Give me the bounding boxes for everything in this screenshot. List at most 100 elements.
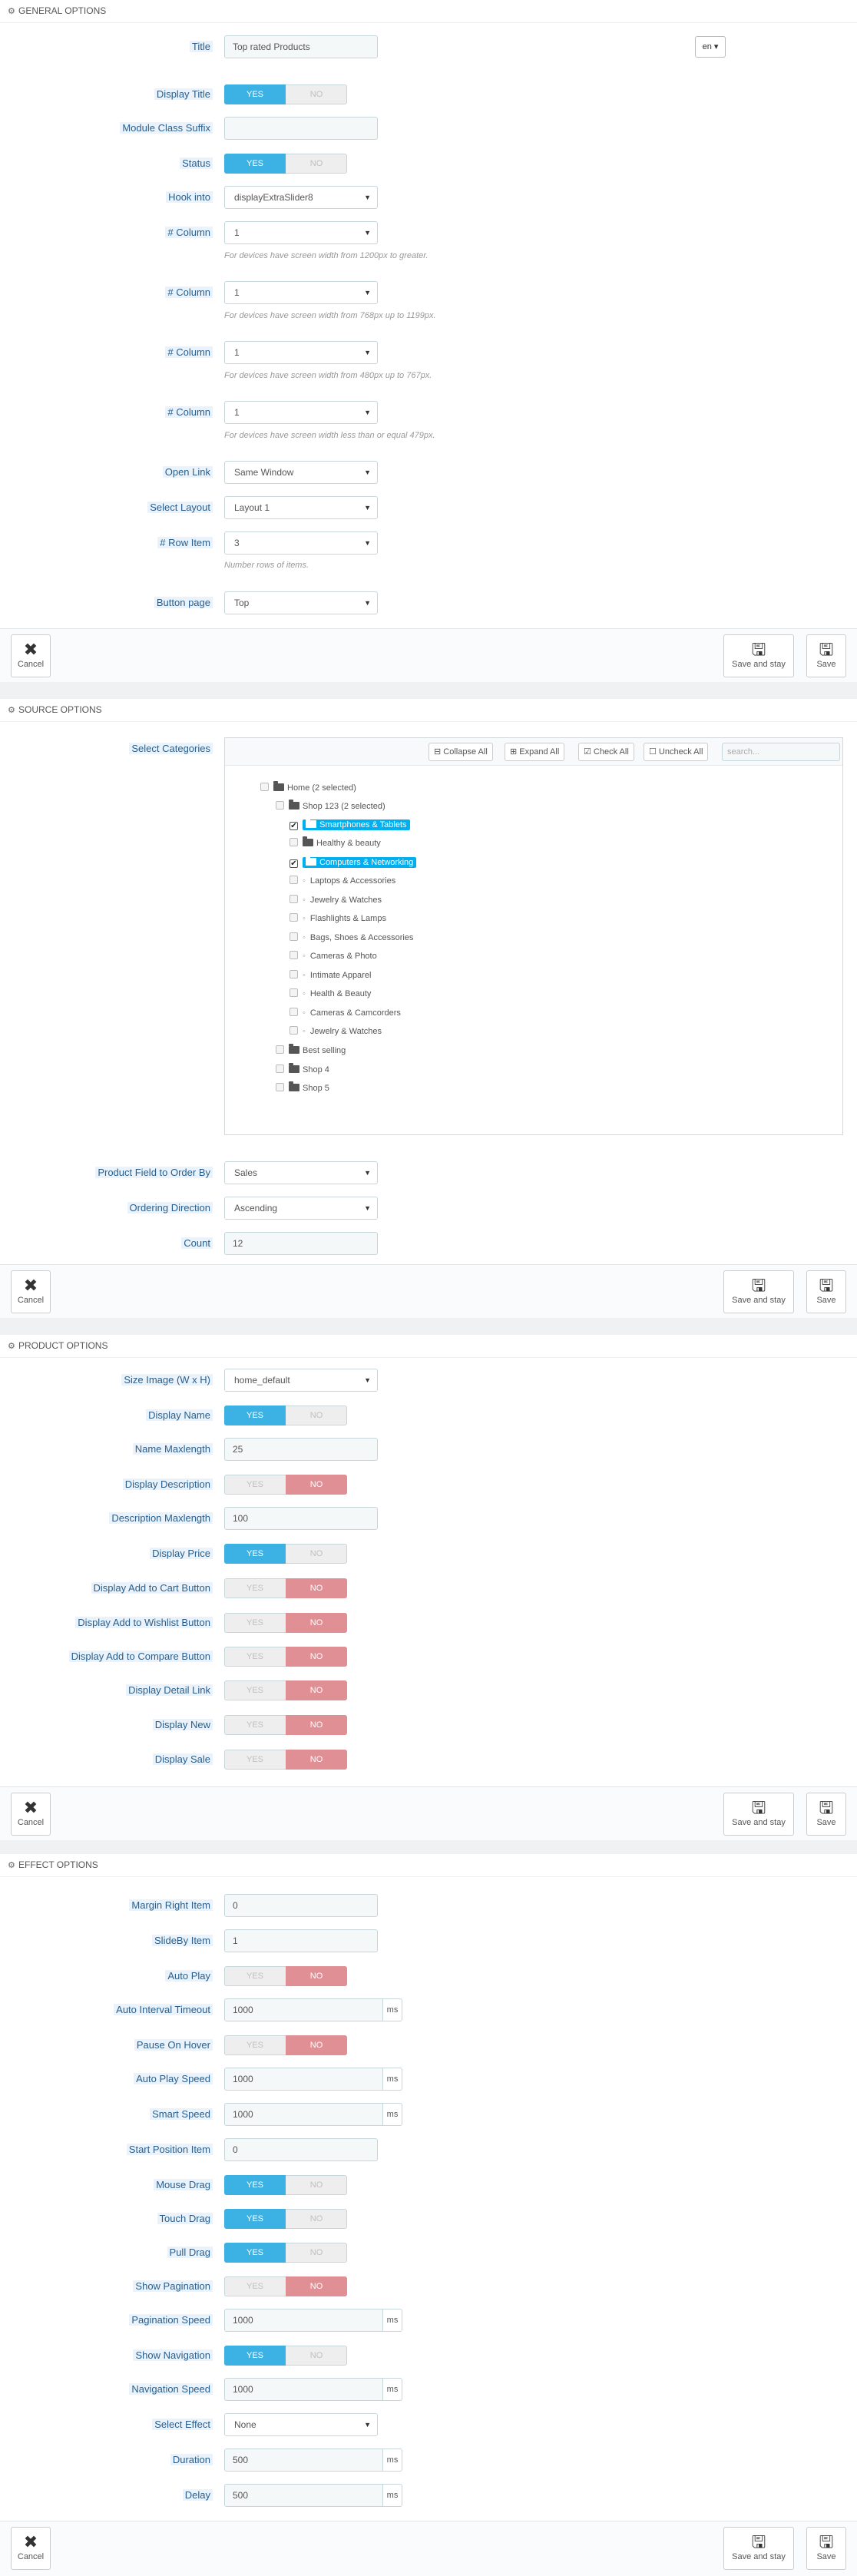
layout-select[interactable]: Layout 1 ▼ — [224, 496, 378, 519]
detail-link-toggle[interactable]: YES NO — [224, 1680, 347, 1700]
tree-node-shop5[interactable]: Shop 5 — [276, 1081, 329, 1095]
pause-on-hover-toggle[interactable]: YES NO — [224, 2035, 347, 2055]
open-link-select[interactable]: Same Window ▼ — [224, 461, 378, 484]
no-option[interactable]: NO — [286, 2209, 347, 2229]
no-option[interactable]: NO — [286, 1475, 347, 1495]
no-option[interactable]: NO — [286, 1680, 347, 1700]
tree-node-computers[interactable]: ✔ Computers & Networking — [290, 856, 417, 869]
slideby-input[interactable]: 1 — [224, 1929, 378, 1952]
display-price-toggle[interactable]: YES NO — [224, 1544, 347, 1564]
column-select-xs[interactable]: 1 ▼ — [224, 401, 378, 424]
checkbox-checked[interactable]: ✔ — [290, 859, 298, 868]
checkbox[interactable] — [290, 932, 298, 941]
delay-input[interactable]: 500 — [224, 2484, 382, 2507]
checkbox[interactable] — [290, 1026, 298, 1035]
yes-option[interactable]: YES — [224, 1715, 286, 1735]
add-to-wishlist-toggle[interactable]: YES NO — [224, 1613, 347, 1633]
tree-node-intimate[interactable]: ◦ Intimate Apparel — [290, 968, 371, 982]
no-option[interactable]: NO — [286, 1406, 347, 1425]
ordering-direction-select[interactable]: Ascending ▼ — [224, 1197, 378, 1220]
name-maxlength-input[interactable]: 25 — [224, 1438, 378, 1461]
tree-node-cameras-photo[interactable]: ◦ Cameras & Photo — [290, 949, 377, 963]
checkbox[interactable] — [276, 1083, 284, 1091]
save-button[interactable]: 🖫 Save — [806, 2527, 846, 2570]
tree-node-bags[interactable]: ◦ Bags, Shoes & Accessories — [290, 931, 413, 945]
save-and-stay-button[interactable]: 🖫 Save and stay — [723, 1793, 794, 1836]
yes-option[interactable]: YES — [224, 1680, 286, 1700]
no-option[interactable]: NO — [286, 1613, 347, 1633]
tree-node-best-selling[interactable]: Best selling — [276, 1044, 346, 1058]
expand-all-button[interactable]: ⊞ Expand All — [505, 743, 565, 761]
tree-node-laptops[interactable]: ◦ Laptops & Accessories — [290, 874, 395, 888]
checkbox[interactable] — [260, 783, 269, 791]
yes-option[interactable]: YES — [224, 1613, 286, 1633]
tree-node-health[interactable]: ◦ Health & Beauty — [290, 987, 371, 1001]
yes-option[interactable]: YES — [224, 1578, 286, 1598]
tree-node-jewelry[interactable]: ◦ Jewelry & Watches — [290, 1025, 382, 1038]
display-new-toggle[interactable]: YES NO — [224, 1715, 347, 1735]
row-item-select[interactable]: 3 ▼ — [224, 531, 378, 555]
yes-option[interactable]: YES — [224, 84, 286, 104]
checkbox[interactable] — [290, 1008, 298, 1016]
tree-node-flashlights[interactable]: ◦ Flashlights & Lamps — [290, 912, 386, 925]
show-navigation-toggle[interactable]: YES NO — [224, 2346, 347, 2366]
no-option[interactable]: NO — [286, 1647, 347, 1667]
yes-option[interactable]: YES — [224, 1544, 286, 1564]
yes-option[interactable]: YES — [224, 1406, 286, 1425]
module-class-suffix-input[interactable] — [224, 117, 378, 140]
column-select-sm[interactable]: 1 ▼ — [224, 341, 378, 364]
yes-option[interactable]: YES — [224, 1647, 286, 1667]
hook-select[interactable]: displayExtraSlider8 ▼ — [224, 186, 378, 209]
show-pagination-toggle[interactable]: YES NO — [224, 2276, 347, 2296]
display-description-toggle[interactable]: YES NO — [224, 1475, 347, 1495]
checkbox[interactable] — [276, 1065, 284, 1073]
column-select-md[interactable]: 1 ▼ — [224, 281, 378, 304]
column-select-lg[interactable]: 1 ▼ — [224, 221, 378, 244]
checkbox[interactable] — [290, 970, 298, 978]
status-toggle[interactable]: YES NO — [224, 154, 347, 174]
no-option[interactable]: NO — [286, 1544, 347, 1564]
yes-option[interactable]: YES — [224, 1750, 286, 1770]
duration-input[interactable]: 500 — [224, 2449, 382, 2472]
language-dropdown[interactable]: en ▾ — [695, 36, 726, 58]
checkbox[interactable] — [290, 876, 298, 884]
tree-node-smartphones[interactable]: ✔ Smartphones & Tablets — [290, 818, 410, 832]
save-button[interactable]: 🖫 Save — [806, 634, 846, 677]
start-position-input[interactable]: 0 — [224, 2138, 378, 2161]
no-option[interactable]: NO — [286, 1966, 347, 1986]
cancel-button[interactable]: ✖ Cancel — [11, 2527, 51, 2570]
yes-option[interactable]: YES — [224, 1966, 286, 1986]
mouse-drag-toggle[interactable]: YES NO — [224, 2175, 347, 2195]
no-option[interactable]: NO — [286, 154, 347, 174]
checkbox[interactable] — [290, 988, 298, 997]
no-option[interactable]: NO — [286, 84, 347, 104]
display-sale-toggle[interactable]: YES NO — [224, 1750, 347, 1770]
smart-speed-input[interactable]: 1000 — [224, 2103, 382, 2126]
auto-play-toggle[interactable]: YES NO — [224, 1966, 347, 1986]
yes-option[interactable]: YES — [224, 2035, 286, 2055]
checkbox-checked[interactable]: ✔ — [290, 822, 298, 830]
size-image-select[interactable]: home_default ▼ — [224, 1369, 378, 1392]
cancel-button[interactable]: ✖ Cancel — [11, 1270, 51, 1313]
tree-node-home[interactable]: Home (2 selected) — [260, 781, 356, 795]
margin-right-input[interactable]: 0 — [224, 1894, 378, 1917]
checkbox[interactable] — [290, 913, 298, 922]
no-option[interactable]: NO — [286, 2243, 347, 2263]
checkbox[interactable] — [276, 801, 284, 810]
description-maxlength-input[interactable]: 100 — [224, 1507, 378, 1530]
pull-drag-toggle[interactable]: YES NO — [224, 2243, 347, 2263]
no-option[interactable]: NO — [286, 1715, 347, 1735]
checkbox[interactable] — [290, 951, 298, 959]
save-button[interactable]: 🖫 Save — [806, 1270, 846, 1313]
button-page-select[interactable]: Top ▼ — [224, 591, 378, 614]
no-option[interactable]: NO — [286, 2035, 347, 2055]
check-all-button[interactable]: ☑ Check All — [578, 743, 634, 761]
tree-node-shop4[interactable]: Shop 4 — [276, 1063, 329, 1077]
display-title-toggle[interactable]: YES NO — [224, 84, 347, 104]
tree-node-shop123[interactable]: Shop 123 (2 selected) — [276, 800, 385, 813]
checkbox[interactable] — [276, 1045, 284, 1054]
save-and-stay-button[interactable]: 🖫 Save and stay — [723, 2527, 794, 2570]
select-effect-select[interactable]: None ▼ — [224, 2413, 378, 2436]
tree-search-input[interactable]: search... — [722, 743, 840, 761]
no-option[interactable]: NO — [286, 1750, 347, 1770]
